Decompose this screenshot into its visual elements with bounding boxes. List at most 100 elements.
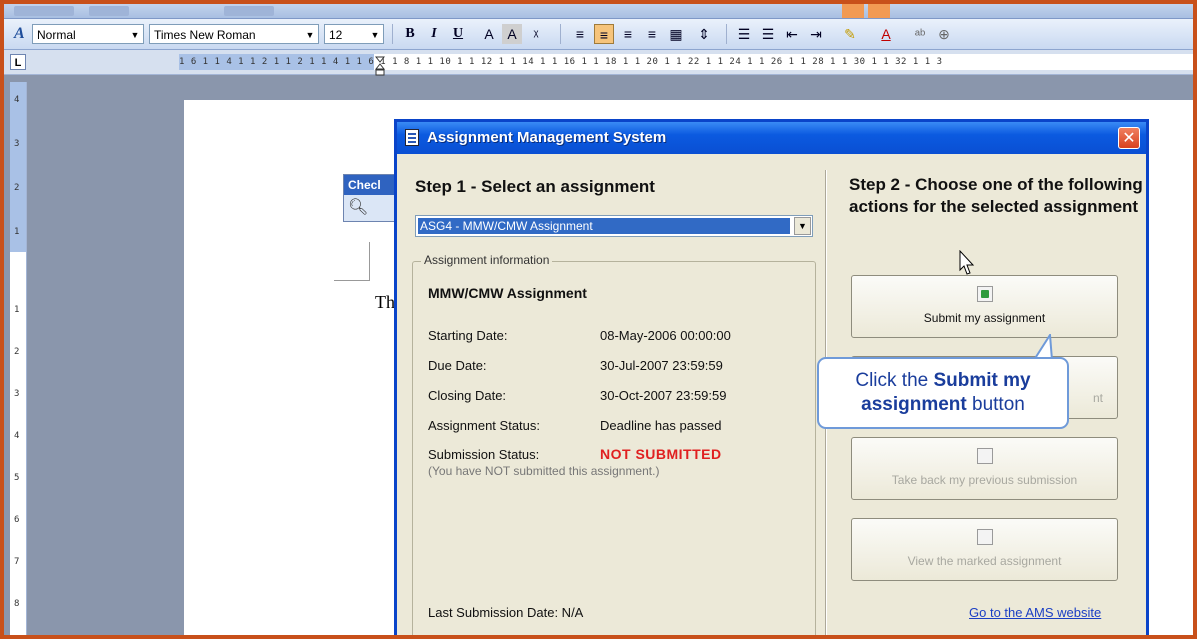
- submission-status-label: Submission Status:: [428, 447, 540, 462]
- group-legend: Assignment information: [421, 253, 553, 267]
- step2-heading: Step 2 - Choose one of the following act…: [849, 175, 1143, 216]
- chevron-down-icon[interactable]: ▼: [367, 25, 383, 43]
- styles-icon[interactable]: A: [14, 25, 25, 43]
- numbering-icon[interactable]: ☰: [734, 24, 754, 44]
- assignment-info-group: Assignment information MMW/CMW Assignmen…: [412, 253, 816, 635]
- tab-selector[interactable]: L: [10, 54, 26, 70]
- take-back-icon: [976, 448, 993, 464]
- svg-text:3: 3: [14, 139, 19, 149]
- view-marked-icon: [976, 529, 993, 545]
- char-scale-icon[interactable]: ᵡ: [526, 24, 546, 44]
- svg-text:7: 7: [14, 557, 19, 567]
- font-combo[interactable]: Times New Roman ▼: [149, 24, 319, 44]
- chevron-down-icon[interactable]: ▼: [302, 25, 318, 43]
- menu-strip-item: [14, 6, 74, 16]
- highlight-block: [842, 4, 864, 18]
- dialog-title: Assignment Management System: [427, 129, 667, 146]
- chevron-down-icon[interactable]: ▼: [127, 25, 143, 43]
- font-value: Times New Roman: [154, 28, 256, 42]
- ams-website-link[interactable]: Go to the AMS website: [969, 605, 1101, 620]
- info-title: MMW/CMW Assignment: [428, 285, 587, 301]
- align-center-icon[interactable]: ≡: [618, 24, 638, 44]
- submit-assignment-label: Submit my assignment: [923, 311, 1046, 325]
- font-size-value: 12: [329, 28, 343, 42]
- font-color-icon[interactable]: A: [876, 24, 896, 44]
- svg-text:1: 1: [14, 305, 19, 315]
- take-back-label: Take back my previous submission: [891, 473, 1078, 487]
- toolbar-separator: [392, 24, 393, 44]
- margin-corner: [369, 242, 370, 280]
- due-date-value: 30-Jul-2007 23:59:59: [600, 358, 723, 373]
- submit-assignment-button[interactable]: Submit my assignment: [851, 275, 1118, 338]
- bullets-icon[interactable]: ☰: [758, 24, 778, 44]
- document-text[interactable]: Th: [375, 292, 395, 313]
- assignment-status-label: Assignment Status:: [428, 418, 540, 433]
- chevron-down-icon[interactable]: ▼: [794, 217, 811, 235]
- dialog-titlebar[interactable]: Assignment Management System ✕: [397, 122, 1146, 154]
- menu-strip-item: [224, 6, 274, 16]
- starting-date-label: Starting Date:: [428, 328, 508, 343]
- closing-date-value: 30-Oct-2007 23:59:59: [600, 388, 727, 403]
- italic-button[interactable]: I: [424, 24, 444, 44]
- closing-date-label: Closing Date:: [428, 388, 507, 403]
- callout-suffix: button: [972, 394, 1025, 415]
- indent-marker-icon[interactable]: [375, 56, 385, 76]
- decrease-indent-icon[interactable]: ⇤: [782, 24, 802, 44]
- step1-heading: Step 1 - Select an assignment: [415, 177, 655, 196]
- svg-text:1: 1: [14, 227, 19, 237]
- highlight-icon[interactable]: ✎: [840, 24, 860, 44]
- line-spacing-icon[interactable]: ⇕: [694, 24, 714, 44]
- distribute-icon[interactable]: ▦: [666, 24, 686, 44]
- menu-strip-item: [89, 6, 129, 16]
- underline-button[interactable]: U: [448, 24, 468, 44]
- svg-text:3: 3: [14, 389, 19, 399]
- char-shading-icon[interactable]: A: [502, 24, 522, 44]
- svg-text:2: 2: [14, 347, 19, 357]
- assignment-status-value: Deadline has passed: [600, 418, 722, 433]
- toolbar-separator: [560, 24, 561, 44]
- toolbar-separator: [726, 24, 727, 44]
- highlight-block: [868, 4, 890, 18]
- font-size-combo[interactable]: 12 ▼: [324, 24, 384, 44]
- char-border-icon[interactable]: A: [479, 24, 499, 44]
- ruler-ticks: 1 6 1 1 4 1 1 2 1 1 2 1 1 4 1 1 6 1 1 8 …: [179, 57, 943, 67]
- svg-text:5: 5: [14, 473, 19, 483]
- document-icon: [405, 129, 419, 146]
- align-right-icon[interactable]: ≡: [642, 24, 662, 44]
- last-submission-date: Last Submission Date: N/A: [428, 605, 584, 620]
- view-marked-assignment-button[interactable]: View the marked assignment: [851, 518, 1118, 581]
- view-marked-label: View the marked assignment: [907, 554, 1062, 568]
- vertical-ruler[interactable]: 4 3 2 1 1 2 3 4 5 6 7 8: [10, 82, 27, 635]
- enclose-icon[interactable]: ⊕: [934, 24, 954, 44]
- margin-corner: [334, 280, 370, 281]
- menu-strip: [4, 4, 1193, 19]
- svg-text:4: 4: [14, 95, 19, 105]
- assignment-select-value: ASG4 - MMW/CMW Assignment: [418, 218, 790, 234]
- word-window: A Normal ▼ Times New Roman ▼ 12 ▼ B I U …: [4, 4, 1193, 635]
- increase-indent-icon[interactable]: ⇥: [806, 24, 826, 44]
- horizontal-ruler[interactable]: 1 6 1 1 4 1 1 2 1 1 2 1 1 4 1 1 6 1 1 8 …: [179, 54, 1193, 76]
- due-date-label: Due Date:: [428, 358, 487, 373]
- style-value: Normal: [37, 28, 76, 42]
- svg-text:6: 6: [14, 515, 19, 525]
- callout-prefix: Click the: [855, 370, 929, 391]
- horizontal-ruler-row: L 1 6 1 1 4 1 1 2 1 1 2 1 1 4 1 1 6 1 1 …: [4, 50, 1193, 76]
- align-justify-icon[interactable]: ≡: [594, 24, 614, 44]
- instruction-callout: Click the Submit my assignment button: [817, 357, 1069, 429]
- svg-text:2: 2: [14, 183, 19, 193]
- assignment-select[interactable]: ASG4 - MMW/CMW Assignment ▼: [415, 215, 813, 237]
- bold-button[interactable]: B: [400, 24, 420, 44]
- svg-text:8: 8: [14, 599, 19, 609]
- upload-icon: [976, 286, 993, 302]
- take-back-submission-button[interactable]: Take back my previous submission: [851, 437, 1118, 500]
- svg-text:4: 4: [14, 431, 19, 441]
- starting-date-value: 08-May-2006 00:00:00: [600, 328, 731, 343]
- phonetic-icon[interactable]: ᵃᵇ: [910, 24, 930, 44]
- submission-note: (You have NOT submitted this assignment.…: [428, 464, 660, 478]
- vertical-ruler-ticks: 4 3 2 1 1 2 3 4 5 6 7 8: [14, 95, 19, 609]
- formatting-toolbar: A Normal ▼ Times New Roman ▼ 12 ▼ B I U …: [4, 19, 1193, 50]
- style-combo[interactable]: Normal ▼: [32, 24, 144, 44]
- align-left-icon[interactable]: ≡: [570, 24, 590, 44]
- mouse-pointer-icon: [959, 250, 975, 275]
- close-button[interactable]: ✕: [1118, 127, 1140, 149]
